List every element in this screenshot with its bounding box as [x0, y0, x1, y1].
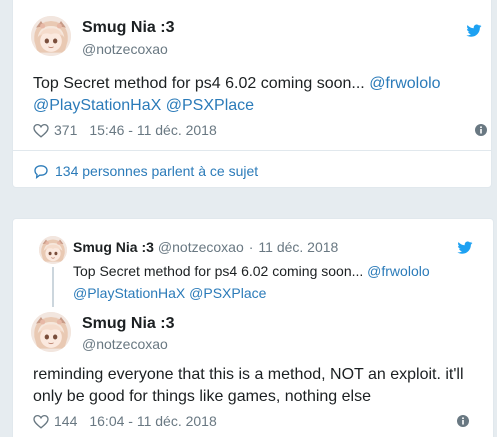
- heart-icon[interactable]: [33, 123, 49, 138]
- tweet-text: Top Secret method for ps4 6.02 coming so…: [33, 73, 473, 117]
- conversation-label: 134 personnes parlent à ce sujet: [55, 163, 259, 179]
- mention-link[interactable]: @PlayStationHaX: [33, 97, 161, 114]
- info-icon[interactable]: [475, 124, 487, 136]
- mention-link[interactable]: @PSXPlace: [166, 97, 254, 114]
- quoted-header: Smug Nia :3 @notzecoxao · 11 déc. 2018: [73, 239, 338, 255]
- tweet-card-1: Smug Nia :3 @notzecoxao Top Secret metho…: [12, 0, 492, 188]
- like-count[interactable]: 144: [54, 413, 77, 429]
- like-count[interactable]: 371: [54, 122, 77, 138]
- author-handle[interactable]: @notzecoxao: [82, 41, 168, 57]
- tweet-body: Top Secret method for ps4 6.02 coming so…: [33, 75, 370, 92]
- timestamp[interactable]: 15:46 - 11 déc. 2018: [89, 122, 216, 138]
- avatar[interactable]: [31, 16, 71, 56]
- tweet-card-2: Smug Nia :3 @notzecoxao · 11 déc. 2018 T…: [12, 218, 494, 437]
- thread-line: [52, 267, 54, 307]
- quoted-date[interactable]: 11 déc. 2018: [258, 239, 338, 255]
- author-name[interactable]: Smug Nia :3: [82, 19, 174, 37]
- mention-link[interactable]: @PSXPlace: [189, 285, 266, 301]
- quoted-tweet-body: Top Secret method for ps4 6.02 coming so…: [73, 263, 368, 279]
- comment-icon: [34, 164, 48, 179]
- avatar-image: [31, 312, 71, 352]
- divider: [13, 150, 491, 151]
- author-name[interactable]: Smug Nia :3: [82, 315, 174, 333]
- mention-link[interactable]: @frwololo: [369, 75, 440, 92]
- separator-dot: ·: [248, 239, 254, 255]
- mention-link[interactable]: @PlayStationHaX: [73, 285, 185, 301]
- quoted-author-handle[interactable]: @notzecoxao: [158, 239, 244, 255]
- avatar-image: [31, 16, 71, 56]
- mention-link[interactable]: @frwololo: [367, 263, 429, 279]
- avatar[interactable]: [31, 312, 71, 352]
- quoted-avatar[interactable]: [39, 236, 67, 264]
- author-handle[interactable]: @notzecoxao: [82, 336, 168, 352]
- info-icon[interactable]: [457, 415, 469, 427]
- avatar-image: [39, 236, 67, 264]
- conversation-link[interactable]: 134 personnes parlent à ce sujet: [33, 163, 258, 179]
- tweet-meta: 371 15:46 - 11 déc. 2018: [33, 122, 217, 138]
- quoted-author-name[interactable]: Smug Nia :3: [73, 239, 154, 255]
- quoted-tweet-text: Top Secret method for ps4 6.02 coming so…: [73, 260, 473, 304]
- twitter-bird-icon[interactable]: [465, 23, 483, 38]
- heart-icon[interactable]: [33, 414, 49, 429]
- tweet-text: reminding everyone that this is a method…: [33, 366, 464, 405]
- twitter-bird-icon[interactable]: [456, 240, 474, 255]
- tweet-meta: 144 16:04 - 11 déc. 2018: [33, 413, 217, 429]
- timestamp[interactable]: 16:04 - 11 déc. 2018: [89, 413, 216, 429]
